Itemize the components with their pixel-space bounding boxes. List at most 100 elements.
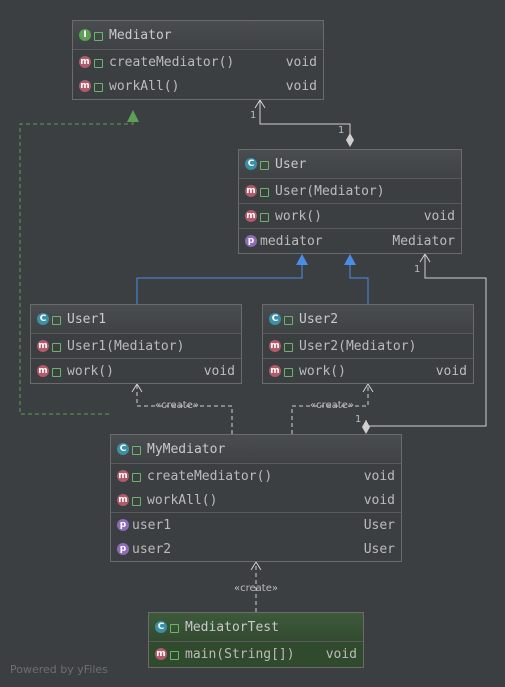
- mediatortest-title: MediatorTest: [185, 619, 279, 635]
- constructor-row[interactable]: m User1(Mediator): [31, 334, 241, 358]
- method-name: work(): [275, 208, 322, 224]
- return-type: void: [435, 363, 467, 379]
- method-row[interactable]: m work() void: [31, 358, 241, 383]
- field-icon: p: [117, 543, 129, 555]
- visibility-icon: [260, 187, 269, 197]
- create-label: «create»: [310, 400, 354, 411]
- aggregation-diamond-user: [346, 133, 354, 147]
- method-row[interactable]: m createMediator() void: [73, 50, 323, 74]
- field-name: user1: [132, 517, 172, 533]
- field-row[interactable]: p user2 User: [111, 537, 401, 561]
- multiplicity-label: 1: [250, 110, 257, 121]
- class-icon: C: [37, 313, 49, 325]
- method-icon: m: [269, 340, 281, 352]
- method-row[interactable]: m work() void: [263, 358, 473, 383]
- inherit-user2-user: [349, 265, 369, 304]
- constructor-row[interactable]: m User2(Mediator): [263, 334, 473, 358]
- user-header[interactable]: C User: [239, 150, 461, 179]
- class-icon: C: [117, 443, 129, 455]
- visibility-icon: [52, 367, 61, 377]
- inherit-head-1: [296, 254, 308, 265]
- powered-by-label: Powered by yFiles: [10, 663, 108, 676]
- method-row[interactable]: m main(String[]) void: [149, 642, 363, 666]
- method-name: main(String[]): [185, 646, 295, 662]
- mediator-title: Mediator: [109, 27, 172, 43]
- method-icon: m: [37, 365, 49, 377]
- return-type: void: [423, 208, 455, 224]
- field-name: mediator: [260, 233, 323, 249]
- method-icon: m: [117, 494, 129, 506]
- visibility-icon: [170, 623, 179, 633]
- method-name: workAll(): [147, 492, 218, 508]
- method-row[interactable]: m work() void: [239, 203, 461, 228]
- visibility-icon: [52, 342, 61, 352]
- visibility-icon: [132, 445, 141, 455]
- method-name: workAll(): [109, 78, 180, 94]
- class-user1[interactable]: C User1 m User1(Mediator) m work() void: [30, 304, 242, 384]
- class-user2[interactable]: C User2 m User2(Mediator) m work() void: [262, 304, 474, 384]
- method-icon: m: [117, 470, 129, 482]
- method-name: createMediator(): [109, 54, 235, 70]
- constructor-name: User(Mediator): [275, 183, 385, 199]
- field-row[interactable]: p user1 User: [111, 512, 401, 537]
- visibility-icon: [52, 315, 61, 325]
- class-icon: C: [155, 621, 167, 633]
- method-icon: m: [155, 648, 167, 660]
- user2-header[interactable]: C User2: [263, 305, 473, 334]
- visibility-icon: [132, 496, 141, 506]
- class-mymediator[interactable]: C MyMediator m createMediator() void m w…: [110, 434, 402, 562]
- association-user-mediator: [259, 100, 351, 140]
- class-mediator[interactable]: I Mediator m createMediator() void m wor…: [72, 20, 324, 100]
- method-row[interactable]: m workAll() void: [73, 74, 323, 98]
- field-type: User: [363, 541, 395, 557]
- realization-head: [127, 110, 139, 122]
- multiplicity-label: 1: [414, 264, 421, 275]
- return-type: void: [325, 646, 357, 662]
- constructor-name: User1(Mediator): [67, 338, 185, 354]
- visibility-icon: [284, 342, 293, 352]
- field-icon: p: [117, 519, 129, 531]
- method-icon: m: [245, 210, 257, 222]
- method-icon: m: [79, 80, 91, 92]
- field-name: user2: [132, 541, 172, 557]
- inherit-head-2: [344, 254, 356, 265]
- visibility-icon: [284, 367, 293, 377]
- method-icon: m: [245, 185, 257, 197]
- constructor-row[interactable]: m User(Mediator): [239, 179, 461, 203]
- multiplicity-label: 1: [338, 125, 345, 136]
- create-label: «create»: [234, 583, 278, 594]
- field-type: Mediator: [392, 233, 455, 249]
- method-name: work(): [67, 363, 114, 379]
- visibility-icon: [94, 58, 103, 68]
- field-type: User: [363, 517, 395, 533]
- return-type: void: [285, 54, 317, 70]
- visibility-icon: [94, 82, 103, 92]
- class-user[interactable]: C User m User(Mediator) m work() void p …: [238, 149, 462, 254]
- visibility-icon: [170, 650, 179, 660]
- method-icon: m: [269, 365, 281, 377]
- return-type: void: [363, 468, 395, 484]
- inherit-user1-user: [136, 265, 303, 304]
- interface-icon: I: [79, 29, 91, 41]
- class-icon: C: [245, 158, 257, 170]
- visibility-icon: [284, 315, 293, 325]
- method-row[interactable]: m workAll() void: [111, 488, 401, 512]
- method-row[interactable]: m createMediator() void: [111, 464, 401, 488]
- mediatortest-header[interactable]: C MediatorTest: [149, 613, 363, 642]
- user1-header[interactable]: C User1: [31, 305, 241, 334]
- method-name: createMediator(): [147, 468, 273, 484]
- mymediator-header[interactable]: C MyMediator: [111, 435, 401, 464]
- field-icon: p: [245, 235, 257, 247]
- mymediator-title: MyMediator: [147, 441, 226, 457]
- visibility-icon: [260, 212, 269, 222]
- create-label: «create»: [155, 400, 199, 411]
- user2-title: User2: [299, 311, 339, 327]
- return-type: void: [285, 78, 317, 94]
- class-mediatortest[interactable]: C MediatorTest m main(String[]) void: [148, 612, 364, 668]
- class-icon: C: [269, 313, 281, 325]
- visibility-icon: [132, 472, 141, 482]
- method-name: work(): [299, 363, 346, 379]
- user1-title: User1: [67, 311, 107, 327]
- field-row[interactable]: p mediator Mediator: [239, 228, 461, 253]
- mediator-header[interactable]: I Mediator: [73, 21, 323, 50]
